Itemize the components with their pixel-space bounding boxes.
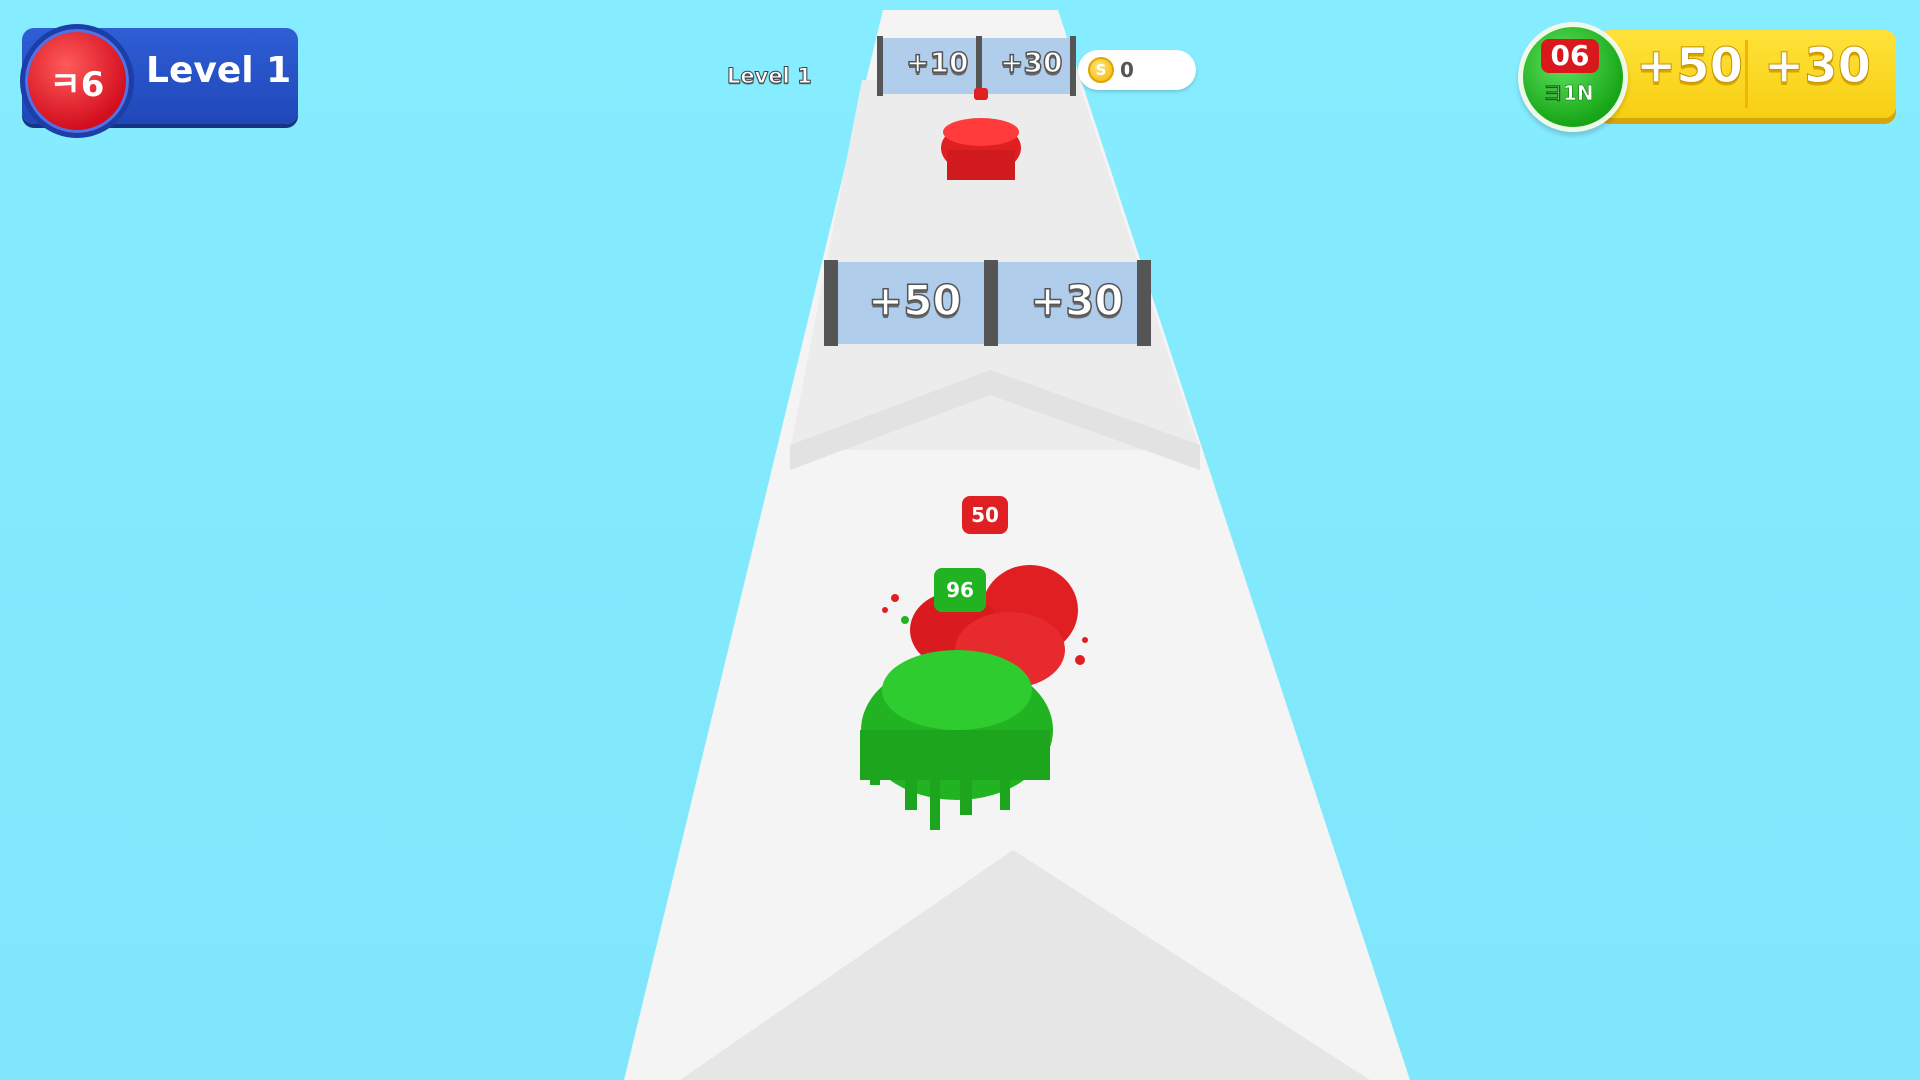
crowd-count-circle: ㅋ6 [20,24,134,138]
player-count-tag: 96 [934,568,986,612]
far-gate-post [976,36,982,96]
score-panel: +50 +30 [1598,30,1896,118]
score-circle-value: 06 [1541,39,1599,73]
near-gate-left-label: +50 [867,275,962,326]
near-gate-post [1137,260,1151,346]
level-badge: ㅋ6 Level 1 [20,24,298,138]
score-circle: 06 ヨ1N [1518,22,1628,132]
far-gate-post [877,36,883,96]
game-scene [624,10,1410,1080]
far-gate-right-label: +30 [999,45,1063,80]
score-divider [1745,40,1748,108]
score-right: +30 [1763,38,1872,95]
enemy-count-tag: 50 [962,496,1008,534]
level-label: Level 1 [146,50,292,91]
enemy-far-tag [974,88,988,100]
far-gate-post [1070,36,1076,96]
coin-counter: S 0 [1078,50,1196,90]
score-left: +50 [1635,38,1744,95]
mini-level-label: Level 1 [727,64,813,89]
coin-icon: S [1088,57,1114,83]
coin-value: 0 [1120,58,1134,82]
near-gate-right-label: +30 [1029,275,1124,326]
score-circle-sub: ヨ1N [1543,81,1594,106]
near-gate-post [824,260,838,346]
far-gate-left-label: +10 [905,45,969,80]
near-gate-post [984,260,998,346]
